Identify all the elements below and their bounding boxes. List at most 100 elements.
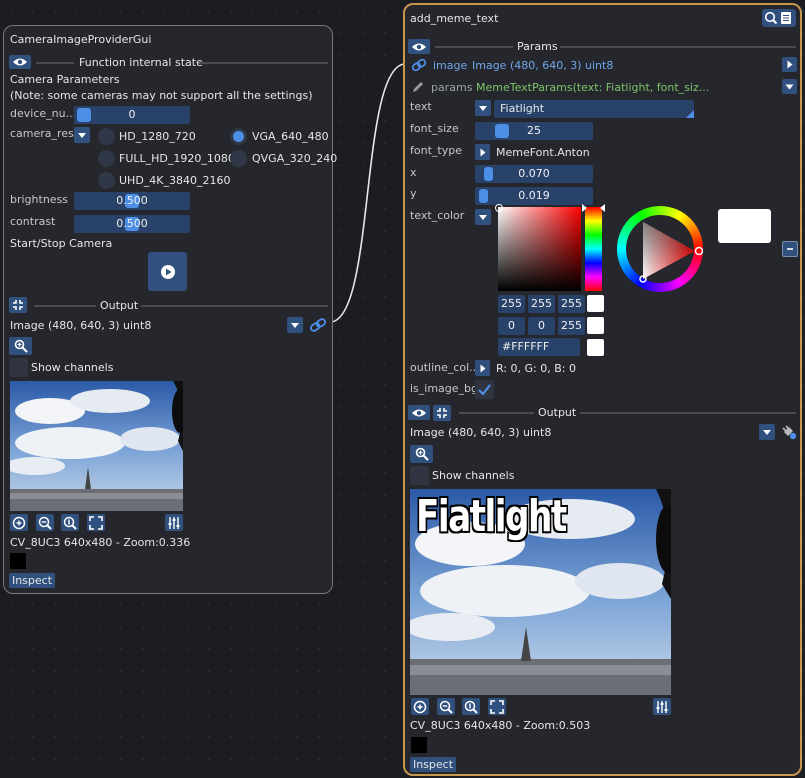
zoom-reset-button[interactable] — [462, 698, 480, 715]
brightness-value: 0.500 — [116, 194, 148, 207]
outline-color-label: outline_col... — [410, 361, 480, 374]
rgb-g-input[interactable]: 255 — [528, 295, 555, 313]
device-label: device_nu... — [10, 107, 77, 120]
output-eye-toggle[interactable] — [408, 405, 430, 420]
camera-image-provider-node[interactable]: CameraImageProviderGui Function internal… — [3, 25, 337, 594]
contrast-value: 0.500 — [116, 217, 148, 230]
zoom-reset-button[interactable] — [61, 514, 79, 531]
rgb-r-input[interactable]: 255 — [498, 295, 525, 313]
divider — [200, 62, 328, 64]
resize-grip[interactable] — [686, 110, 694, 118]
radio-hd[interactable] — [98, 128, 115, 145]
contrast-slider[interactable]: 0.500 — [74, 215, 190, 233]
color-swatch[interactable] — [587, 317, 604, 334]
is-image-bgr-checkbox[interactable] — [475, 380, 494, 399]
camera-params-label: Camera Parameters — [10, 73, 120, 86]
slider-grab[interactable] — [77, 108, 91, 122]
image-meta: CV_8UC3 640x480 - Zoom:0.503 — [410, 719, 591, 732]
inspect-button[interactable]: Inspect — [9, 573, 55, 588]
hue-bar[interactable] — [582, 204, 605, 291]
radio-uhd[interactable] — [98, 172, 115, 189]
output-plug-button[interactable] — [780, 424, 798, 440]
internal-state-header: Function internal state — [79, 56, 203, 69]
radio-full-hd-label: FULL_HD_1920_1080 — [119, 152, 235, 165]
outline-color-value: R: 0, G: 0, B: 0 — [496, 362, 576, 375]
collapse-output-button[interactable] — [433, 405, 451, 421]
output-image-info: Image (480, 640, 3) uint8 — [10, 319, 152, 332]
collapse-output-button[interactable] — [9, 297, 27, 313]
image-param-expand[interactable] — [782, 57, 797, 72]
slider-grab[interactable] — [484, 167, 493, 181]
font-size-label: font_size — [410, 122, 459, 135]
x-value: 0.070 — [518, 167, 550, 180]
text-param-label: text — [410, 100, 432, 113]
image-settings-button[interactable] — [653, 698, 671, 715]
output-options-dropdown[interactable] — [759, 424, 775, 440]
zoom-toggle-button[interactable] — [410, 445, 433, 463]
meme-image-view[interactable]: Fiatlight — [410, 489, 671, 695]
font-type-label: font_type — [410, 144, 462, 157]
image-settings-button[interactable] — [165, 514, 183, 531]
eye-icon — [13, 58, 27, 66]
color-swatch[interactable] — [587, 295, 604, 312]
text-input[interactable]: Fiatlight — [494, 100, 694, 118]
node-title: CameraImageProviderGui — [10, 33, 152, 46]
divider — [34, 305, 96, 307]
chevron-down-icon — [78, 133, 86, 138]
output-options-dropdown[interactable] — [287, 317, 303, 333]
zoom-in-button[interactable] — [10, 514, 28, 531]
remove-color-button[interactable] — [782, 241, 798, 257]
rgb-b-input[interactable]: 255 — [558, 295, 585, 313]
start-stop-camera-button[interactable] — [148, 252, 187, 291]
text-color-options[interactable] — [475, 209, 491, 225]
inspect-button[interactable]: Inspect — [410, 757, 456, 772]
search-doc-icon — [764, 11, 791, 25]
hsv-h-input[interactable]: 0 — [498, 317, 525, 335]
hsv-v-input[interactable]: 255 — [558, 317, 585, 335]
zoom-out-button[interactable] — [36, 514, 54, 531]
hsv-s-input[interactable]: 0 — [528, 317, 555, 335]
inspect-label: Inspect — [11, 574, 53, 587]
node-tools-button[interactable] — [762, 9, 796, 27]
minus-icon — [787, 248, 793, 250]
start-stop-label: Start/Stop Camera — [10, 237, 113, 250]
camera-image-view[interactable] — [10, 381, 183, 511]
y-slider[interactable]: 0.019 — [475, 187, 593, 205]
hex-input[interactable]: #FFFFFF — [498, 338, 580, 356]
resolution-dropdown-button[interactable] — [74, 127, 90, 143]
params-expand[interactable] — [782, 79, 797, 94]
eye-toggle-button[interactable] — [9, 55, 31, 69]
zoom-out-icon — [38, 516, 52, 530]
color-swatch[interactable] — [587, 339, 604, 356]
picker-cursor[interactable] — [495, 204, 503, 212]
sv-triangle[interactable] — [617, 206, 703, 292]
font-type-expand[interactable] — [475, 144, 490, 160]
device-slider[interactable]: 0 — [74, 106, 190, 124]
hue-wheel[interactable] — [617, 206, 703, 292]
brightness-slider[interactable]: 0.500 — [74, 192, 190, 210]
font-size-slider[interactable]: 25 — [475, 122, 593, 140]
outline-color-expand[interactable] — [475, 360, 490, 376]
show-channels-checkbox[interactable] — [410, 466, 429, 485]
show-channels-checkbox[interactable] — [9, 358, 28, 377]
radio-full-hd[interactable] — [98, 150, 115, 167]
zoom-toggle-button[interactable] — [9, 337, 32, 355]
radio-qvga[interactable] — [230, 150, 247, 167]
x-slider[interactable]: 0.070 — [475, 165, 593, 183]
radio-vga[interactable] — [230, 128, 247, 145]
slider-grab[interactable] — [495, 124, 509, 138]
zoom-out-button[interactable] — [437, 698, 455, 715]
text-options-button[interactable] — [475, 100, 491, 116]
chevron-right-icon — [480, 148, 486, 156]
divider — [36, 62, 74, 64]
fit-view-button[interactable] — [488, 698, 506, 715]
zoom-in-button[interactable] — [411, 698, 429, 715]
slider-grab[interactable] — [479, 189, 488, 203]
sliders-icon — [656, 700, 668, 713]
link-output-button[interactable] — [309, 317, 327, 333]
fit-view-button[interactable] — [87, 514, 105, 531]
add-meme-text-node[interactable]: add_meme_text Params image Image (480, 6… — [403, 3, 802, 776]
contrast-label: contrast — [10, 215, 56, 228]
eye-toggle-button[interactable] — [408, 39, 430, 54]
saturation-value-picker[interactable] — [495, 204, 581, 291]
